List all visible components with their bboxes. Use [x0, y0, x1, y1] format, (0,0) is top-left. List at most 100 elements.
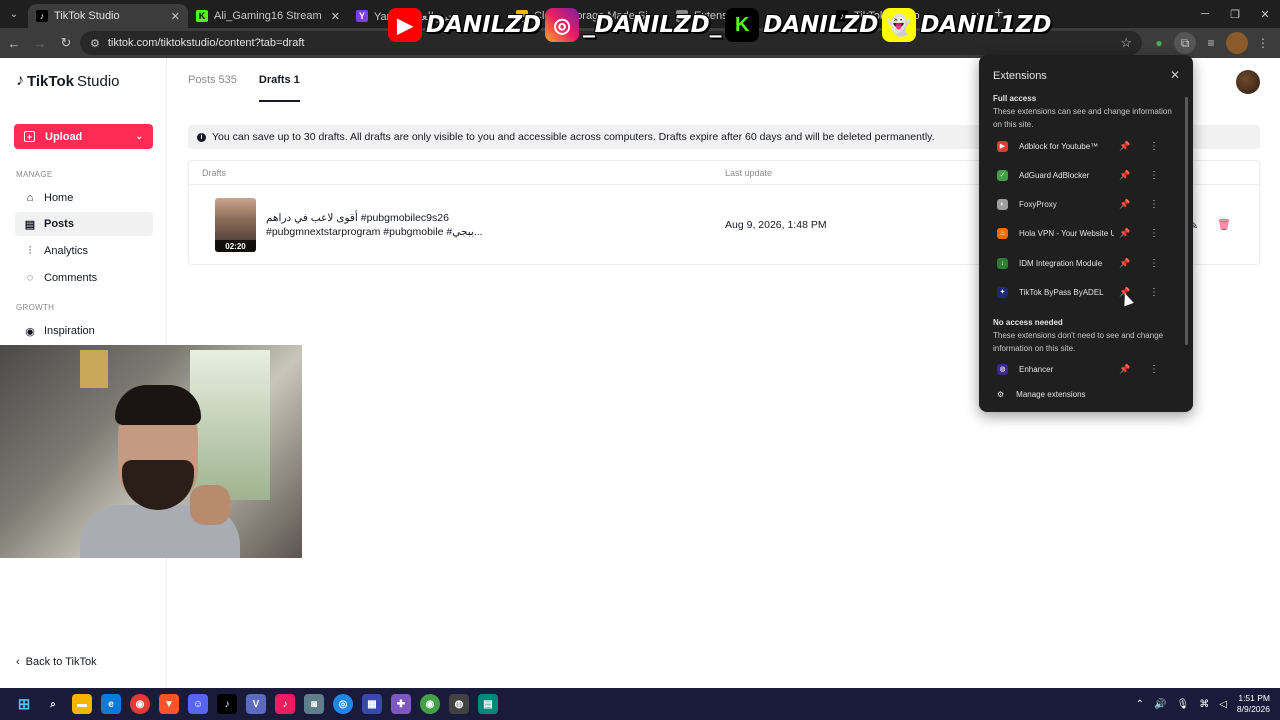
webcam-overlay [0, 345, 302, 558]
tiktok-studio-logo[interactable]: ♪ TikTok Studio [16, 72, 120, 90]
v-app-icon[interactable]: V [246, 694, 266, 714]
tab-search-icon[interactable]: ⌄ [0, 0, 28, 28]
pin-icon[interactable]: 📌 [1119, 364, 1130, 375]
obs-icon[interactable]: ◍ [449, 694, 469, 714]
extension-item[interactable]: ◍ Enhancer 📌 ⋮ [979, 357, 1184, 381]
sidebar-item-home[interactable]: ⌂ Home [15, 186, 153, 210]
scrollbar[interactable] [1185, 97, 1188, 345]
back-icon[interactable]: ← [2, 31, 26, 55]
yamli-icon: Y [356, 10, 368, 22]
pin-icon[interactable]: 📌 [1119, 170, 1130, 181]
manage-extensions-link[interactable]: ⚙ Manage extensions [997, 390, 1086, 399]
more-options-icon[interactable]: ⋮ [1149, 258, 1159, 269]
volume-icon[interactable]: ◁ [1219, 699, 1227, 710]
menu-icon[interactable]: ⋮ [1252, 32, 1274, 54]
growth-section-label: GROWTH [16, 303, 55, 312]
draft-caption[interactable]: أقوى لاعب في دراهم #pubgmobilec9s26 #pub… [266, 211, 496, 239]
app-icon[interactable]: ◎ [333, 694, 353, 714]
foxyproxy-icon: ◐ [997, 198, 1008, 210]
close-icon[interactable]: ✕ [1170, 68, 1180, 82]
window-app-icon[interactable]: ▤ [478, 694, 498, 714]
more-options-icon[interactable]: ⋮ [1149, 141, 1159, 152]
extension-item[interactable]: ✓ AdGuard AdBlocker 📌 ⋮ [979, 163, 1184, 187]
more-options-icon[interactable]: ⋮ [1149, 364, 1159, 375]
adguard-icon: ✓ [997, 169, 1008, 181]
pin-icon[interactable]: 📌 [1119, 141, 1130, 152]
chevron-up-icon[interactable]: ⌃ [1136, 699, 1144, 710]
delete-icon[interactable]: 🗑 [1217, 218, 1231, 231]
close-icon[interactable]: ✕ [171, 10, 180, 23]
snapchat-icon: 👻 [882, 8, 917, 42]
content-tabs: Posts 535 Drafts 1 [188, 58, 300, 102]
bookmark-star-icon[interactable]: ☆ [1120, 35, 1132, 51]
browser-tab[interactable]: ♪ TikTok Studio ✕ [28, 4, 188, 28]
chevron-down-icon[interactable]: ⌄ [135, 131, 143, 142]
snapchat-handle: DANIL1ZD [920, 12, 1052, 38]
sidebar-item-posts[interactable]: ▤ Posts [15, 212, 153, 236]
extension-item[interactable]: ▶ Adblock for Youtube™ 📌 ⋮ [979, 134, 1184, 158]
pin-icon[interactable]: 📌 [1119, 258, 1130, 269]
close-window-icon[interactable]: ✕ [1250, 0, 1280, 28]
mic-icon[interactable]: 🎙 [1177, 699, 1190, 710]
extensions-puzzle-icon[interactable]: ⧉ [1174, 32, 1196, 54]
hola-vpn-icon: ♨ [997, 227, 1008, 239]
gear-icon: ⚙ [997, 390, 1005, 399]
capcut-icon[interactable]: ♪ [275, 694, 295, 714]
windows-start-icon[interactable]: ⊞ [14, 694, 34, 714]
chrome-icon[interactable]: ◉ [130, 694, 150, 714]
brave-icon[interactable]: ▼ [159, 694, 179, 714]
extension-item[interactable]: ♨ Hola VPN - Your Website Unblocker 📌 ⋮ [979, 221, 1184, 245]
upload-button[interactable]: + Upload ⌄ [14, 124, 153, 149]
sidebar-item-comments[interactable]: ◌ Comments [15, 266, 153, 290]
edge-icon[interactable]: e [101, 694, 121, 714]
avatar[interactable] [1236, 70, 1260, 94]
browser-tab[interactable]: K Ali_Gaming16 Stream - Watch L ✕ [188, 4, 348, 28]
clock[interactable]: 1:51 PM 8/9/2026 [1237, 693, 1270, 715]
tab-drafts[interactable]: Drafts 1 [258, 58, 300, 102]
extension-eye-icon[interactable]: ● [1148, 32, 1170, 54]
analytics-icon: ⫶ [28, 244, 32, 257]
sidebar-item-analytics[interactable]: ⫶ Analytics [15, 239, 153, 263]
draft-last-update: Aug 9, 2026, 1:48 PM [725, 219, 827, 231]
pin-icon[interactable]: 📌 [1119, 199, 1130, 210]
extension-item[interactable]: ↓ IDM Integration Module 📌 ⋮ [979, 251, 1184, 275]
profile-avatar[interactable] [1226, 32, 1248, 54]
tiktok-icon[interactable]: ♪ [217, 694, 237, 714]
camera-icon[interactable]: ◙ [304, 694, 324, 714]
discord-icon[interactable]: ☺ [188, 694, 208, 714]
back-to-tiktok-link[interactable]: ‹ Back to TikTok [16, 656, 97, 668]
chrome-alt-icon[interactable]: ◉ [420, 694, 440, 714]
toolbar-actions: ● ⧉ ≡ ⋮ [1148, 28, 1280, 58]
media-icon[interactable]: ≡ [1200, 32, 1222, 54]
no-access-heading: No access needed [993, 318, 1063, 327]
tab-posts[interactable]: Posts 535 [188, 58, 237, 102]
search-icon[interactable]: ⌕ [43, 694, 63, 714]
more-options-icon[interactable]: ⋮ [1149, 228, 1159, 239]
reload-icon[interactable]: ↻ [54, 31, 78, 55]
posts-icon: ▤ [24, 218, 36, 231]
more-options-icon[interactable]: ⋮ [1149, 199, 1159, 210]
gamepad-icon[interactable]: ✚ [391, 694, 411, 714]
more-options-icon[interactable]: ⋮ [1149, 170, 1159, 181]
chevron-left-icon: ‹ [16, 656, 20, 668]
video-thumbnail[interactable]: 02:20 [215, 198, 256, 252]
speaker-icon[interactable]: 🔊 [1154, 699, 1166, 710]
extension-item[interactable]: ✦ TikTok ByPass ByADEL 📌 ⋮ [979, 280, 1184, 304]
idm-icon: ↓ [997, 257, 1008, 269]
system-tray: ⌃ 🔊 🎙 ⌘ ◁ 1:51 PM 8/9/2026 [1136, 688, 1270, 720]
maximize-icon[interactable]: ❐ [1220, 0, 1250, 28]
close-icon[interactable]: ✕ [331, 10, 340, 23]
full-access-heading: Full access [993, 94, 1037, 103]
social-overlay: ▶ DANILZD ◎ _DANILZD_ K DANILZD 👻 DANIL1… [388, 7, 1052, 43]
minimize-icon[interactable]: ─ [1190, 0, 1220, 28]
sidebar-item-inspiration[interactable]: ◉ Inspiration [15, 319, 153, 343]
file-explorer-icon[interactable]: ▬ [72, 694, 92, 714]
settings-app-icon[interactable]: ▦ [362, 694, 382, 714]
network-icon[interactable]: ⌘ [1199, 699, 1209, 710]
pin-icon[interactable]: 📌 [1119, 228, 1130, 239]
extension-item[interactable]: ◐ FoxyProxy 📌 ⋮ [979, 192, 1184, 216]
tiktok-icon: ♪ [36, 10, 48, 22]
more-options-icon[interactable]: ⋮ [1149, 287, 1159, 298]
site-info-icon[interactable]: ⚙ [90, 37, 100, 50]
forward-icon[interactable]: → [28, 31, 52, 55]
